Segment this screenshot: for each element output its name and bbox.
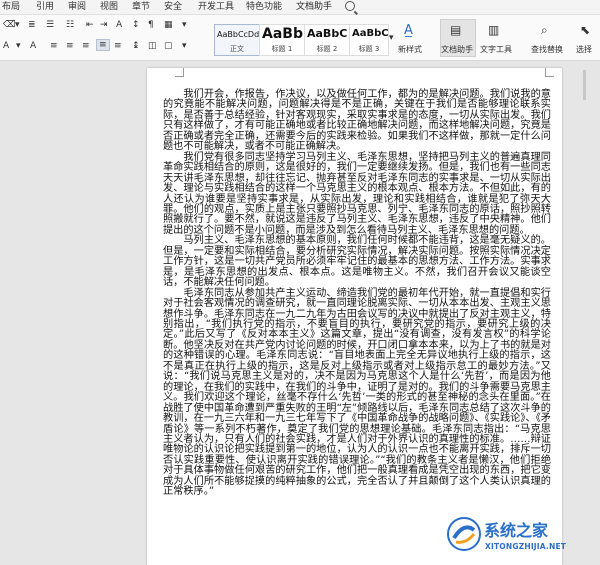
- document-page[interactable]: 我们开会，作报告，作决议，以及做任何工作，都为的是解决问题。我们说我的意的究竟能…: [147, 68, 562, 565]
- paragraph: 我们党有很多同志坚持学习马列主义、毛泽东思想，坚持把马列主义的普遍真理同革命实践…: [163, 151, 551, 236]
- find-replace-button[interactable]: 查找替换: [531, 44, 563, 55]
- char-shading-icon[interactable]: A: [30, 41, 36, 51]
- watermark-url: XITONGZHIJIA.NET: [485, 542, 567, 551]
- show-marks-icon[interactable]: ¶: [148, 20, 154, 30]
- watermark-logo-icon: [447, 517, 481, 551]
- ribbon: ⌫ ▾ ≣ ☰ ☷ ⇤ ⇥ A ↕ ¶ ▦ ▾ A ▾ A ≡ ≡ ≡ ≡ ≡ …: [0, 15, 600, 61]
- style-label: 标题 2: [316, 45, 338, 53]
- search-icon[interactable]: [345, 1, 355, 11]
- line-spacing-icon[interactable]: ≣: [28, 20, 36, 30]
- menu-item-chapter[interactable]: 章节: [132, 1, 150, 13]
- align-right-icon[interactable]: ≡: [82, 41, 90, 51]
- style-normal[interactable]: AaBbCcDd 正文: [214, 24, 260, 56]
- chinese-layout-icon[interactable]: A: [116, 20, 122, 30]
- doc-assistant-label: 文档助手: [441, 45, 473, 54]
- font-color-icon[interactable]: A: [3, 41, 9, 51]
- page-corner-mark: [175, 68, 184, 77]
- page-corner-mark: [545, 68, 554, 77]
- chevron-down-icon[interactable]: ▾: [182, 41, 187, 51]
- menu-item-review[interactable]: 审阅: [68, 1, 86, 13]
- table-border-icon[interactable]: ▦: [164, 20, 173, 30]
- style-sample: AaBb: [262, 26, 303, 42]
- menu-item-doc-assistant[interactable]: 文档助手: [296, 1, 332, 13]
- paragraph: 毛泽东同志从参加共产主义运动、缔造我们党的最初年代开始，就一直提倡和实行对于社会…: [163, 287, 551, 498]
- menu-item-references[interactable]: 引用: [36, 1, 54, 13]
- style-sample: AaBbC: [352, 28, 389, 39]
- text-tools-icon[interactable]: ▥: [488, 23, 499, 37]
- paragraph-shading-icon[interactable]: ◫: [148, 41, 157, 51]
- watermark-title: 系统之家: [484, 521, 549, 540]
- align-left-icon[interactable]: ≡: [50, 41, 58, 51]
- doc-assistant-icon: ▤: [450, 23, 462, 37]
- distribute-icon[interactable]: ≡: [114, 41, 122, 51]
- paragraph: 马列主义、毛泽东思想的基本原则，我们任何时候都不能违背，这是毫无疑义的。但是，一…: [163, 235, 551, 289]
- style-label: 正文: [230, 45, 244, 53]
- menu-item-features[interactable]: 特色功能: [246, 1, 282, 13]
- find-replace-icon[interactable]: ⌕: [541, 23, 548, 38]
- style-label: 标题 1: [271, 45, 293, 53]
- bullet-list-icon[interactable]: ☰: [46, 20, 54, 30]
- chevron-down-icon[interactable]: ▾: [389, 33, 394, 43]
- chevron-down-icon[interactable]: ▾: [16, 41, 21, 51]
- style-heading-3[interactable]: AaBbC 标题 3: [349, 24, 389, 56]
- eraser-icon[interactable]: ⌫: [3, 20, 16, 30]
- chevron-down-icon[interactable]: ▾: [15, 20, 20, 30]
- indent-decrease-icon[interactable]: ⇤: [86, 20, 94, 30]
- text-tools-button[interactable]: 文字工具: [480, 44, 512, 55]
- site-watermark: 系统之家 XITONGZHIJIA.NET: [444, 514, 600, 565]
- chevron-down-icon[interactable]: ▾: [182, 20, 187, 30]
- style-sample: AaBbCcDd: [217, 30, 260, 39]
- new-style-button[interactable]: 新样式: [398, 44, 422, 55]
- select-button[interactable]: 选择: [576, 44, 592, 55]
- indent-increase-icon[interactable]: ⇥: [100, 20, 108, 30]
- line-spacing-option-icon[interactable]: ↨: [132, 41, 140, 51]
- select-icon[interactable]: ⬉: [580, 23, 590, 37]
- menu-item-security[interactable]: 安全: [164, 1, 182, 13]
- style-sample: AaBbC: [307, 27, 348, 40]
- sort-icon[interactable]: ↕: [132, 20, 140, 30]
- menu-item-view[interactable]: 视图: [100, 1, 118, 13]
- vertical-ruler-marker: [583, 70, 586, 100]
- menu-bar: 布局 引用 审阅 视图 章节 安全 开发工具 特色功能 文档助手: [0, 0, 600, 15]
- numbered-list-icon[interactable]: ☷: [66, 20, 74, 30]
- menu-item-developer[interactable]: 开发工具: [198, 1, 234, 13]
- menu-item-layout[interactable]: 布局: [2, 1, 20, 13]
- style-label: 标题 3: [358, 45, 380, 53]
- paragraph: 我们开会，作报告，作决议，以及做任何工作，都为的是解决问题。我们说我的意的究竟能…: [163, 89, 551, 153]
- document-body[interactable]: 我们开会，作报告，作决议，以及做任何工作，都为的是解决问题。我们说我的意的究竟能…: [163, 89, 551, 498]
- new-style-icon[interactable]: A̲: [404, 23, 413, 38]
- borders-icon[interactable]: ▢: [164, 41, 173, 51]
- align-center-icon[interactable]: ≡: [66, 41, 74, 51]
- justify-icon[interactable]: ≡: [96, 39, 110, 51]
- style-heading-1[interactable]: AaBb 标题 1: [259, 24, 305, 56]
- style-heading-2[interactable]: AaBbC 标题 2: [304, 24, 350, 56]
